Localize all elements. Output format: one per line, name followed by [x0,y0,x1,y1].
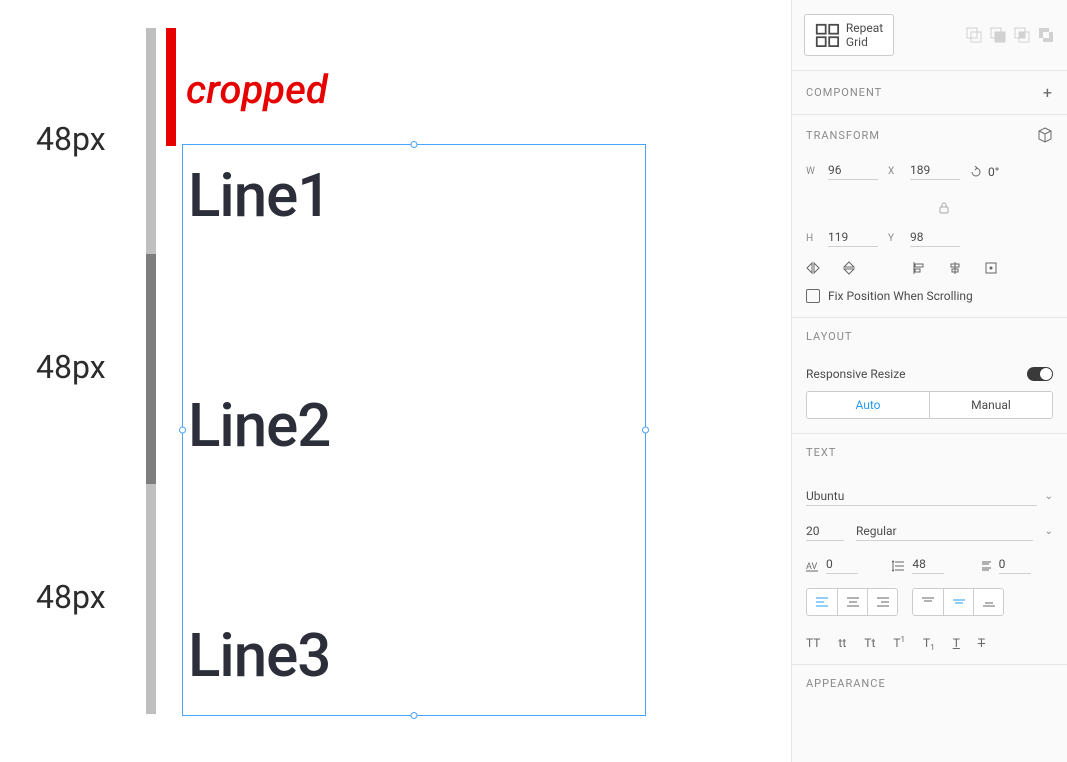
ruler-label-2: 48px [36,348,106,386]
appearance-title: APPEARANCE [806,677,886,690]
layout-section-header: LAYOUT [792,318,1067,355]
inspector-panel: Repeat Grid COMPONENT + TRANSFORM W 96 X… [791,0,1067,762]
align-center-button[interactable] [837,589,867,615]
underline-button[interactable]: T [953,636,960,650]
transform-section-header: TRANSFORM [792,115,1067,155]
transform-body: W 96 X 189 0° H 119 Y 98 [792,155,1067,318]
repeat-grid-button[interactable]: Repeat Grid [804,14,894,56]
vertical-align-group [912,588,1004,616]
layout-body: Responsive Resize Auto Manual [792,355,1067,434]
line-spacing-field[interactable]: 48 [892,557,966,574]
component-title: COMPONENT [806,86,882,99]
component-section-header: COMPONENT + [792,71,1067,115]
align-right-button[interactable] [867,589,897,615]
resize-handle-right[interactable] [642,427,649,434]
fix-position-label: Fix Position When Scrolling [828,289,973,303]
ruler-segment-3 [146,484,156,714]
repeat-grid-icon [815,23,840,48]
w-label: W [806,166,818,177]
fix-position-row[interactable]: Fix Position When Scrolling [806,275,1053,303]
layout-section: LAYOUT Responsive Resize Auto Manual [792,318,1067,434]
cropped-indicator-bar [166,28,176,146]
responsive-resize-label: Responsive Resize [806,367,905,381]
layout-auto-option[interactable]: Auto [807,392,929,418]
strikethrough-button[interactable]: T [978,636,985,650]
ruler-label-3: 48px [36,578,106,616]
repeat-grid-label: Repeat Grid [846,21,883,49]
text-body: Ubuntu ⌄ 20 Regular ⌄ AV 0 48 0 [792,471,1067,665]
transform-section: TRANSFORM W 96 X 189 0° H 119 Y 98 [792,115,1067,318]
appearance-section-header: APPEARANCE [792,665,1067,702]
text-line-2[interactable]: Line2 [188,390,330,461]
uppercase-button[interactable]: TT [806,636,820,650]
align-center-icon[interactable] [948,261,962,275]
subscript-button[interactable]: T1 [923,636,935,650]
add-component-icon[interactable]: + [1043,83,1053,102]
char-spacing-icon: AV [806,560,820,572]
y-input[interactable]: 98 [910,230,960,247]
responsive-resize-toggle[interactable] [1027,367,1053,381]
cube-3d-icon[interactable] [1037,127,1053,143]
text-section: TEXT Ubuntu ⌄ 20 Regular ⌄ AV 0 48 [792,434,1067,665]
layout-mode-segment[interactable]: Auto Manual [806,391,1053,419]
flip-vertical-icon[interactable] [842,261,856,275]
flip-horizontal-icon[interactable] [806,261,820,275]
boolean-ops-group [965,26,1055,44]
h-label: H [806,233,818,244]
text-align-group [806,588,898,616]
resize-handle-top[interactable] [411,141,418,148]
valign-middle-button[interactable] [943,589,973,615]
panel-top-toolbar: Repeat Grid [792,0,1067,71]
chevron-down-icon[interactable]: ⌄ [1045,526,1053,537]
chevron-down-icon[interactable]: ⌄ [1045,491,1053,502]
line-spacing-icon [892,560,906,572]
text-line-1[interactable]: Line1 [188,160,330,231]
text-title: TEXT [806,446,836,459]
x-label: X [888,166,900,177]
lock-aspect-icon[interactable] [939,202,949,214]
design-canvas[interactable]: 48px 48px 48px cropped Line1 Line2 Line3 [0,0,791,762]
resize-handle-bottom[interactable] [411,712,418,719]
align-left-icon[interactable] [912,261,926,275]
ruler-label-1: 48px [36,120,106,158]
align-left-button[interactable] [807,589,837,615]
text-transform-row: TT tt Tt T1 T1 T T [806,622,1053,650]
rotate-icon [970,166,982,178]
align-full-icon[interactable] [984,261,998,275]
resize-handle-left[interactable] [179,427,186,434]
ruler-segment-2 [146,254,156,484]
transform-title: TRANSFORM [806,129,880,142]
x-input[interactable]: 189 [910,163,960,180]
ruler-segment-1 [146,28,156,254]
font-weight-select[interactable]: Regular [856,522,1033,541]
height-input[interactable]: 119 [828,230,878,247]
valign-top-button[interactable] [913,589,943,615]
titlecase-button[interactable]: Tt [864,636,875,650]
rotation-input[interactable]: 0° [970,165,1020,179]
intersect-icon[interactable] [1013,26,1031,44]
superscript-button[interactable]: T1 [893,636,905,650]
fix-position-checkbox[interactable] [806,289,820,303]
layout-manual-option[interactable]: Manual [929,392,1052,418]
char-spacing-field[interactable]: AV 0 [806,557,880,574]
paragraph-spacing-icon [979,560,993,572]
union-icon[interactable] [965,26,983,44]
paragraph-spacing-field[interactable]: 0 [979,557,1053,574]
flip-align-row [806,247,1053,275]
font-family-select[interactable]: Ubuntu [806,487,1037,506]
text-section-header: TEXT [792,434,1067,471]
lowercase-button[interactable]: tt [838,636,846,650]
layout-title: LAYOUT [806,330,852,343]
subtract-icon[interactable] [989,26,1007,44]
text-line-3[interactable]: Line3 [188,620,330,691]
exclude-icon[interactable] [1037,26,1055,44]
cropped-label: cropped [186,66,328,113]
font-size-input[interactable]: 20 [806,522,844,541]
width-input[interactable]: 96 [828,163,878,180]
y-label: Y [888,233,900,244]
valign-bottom-button[interactable] [973,589,1003,615]
